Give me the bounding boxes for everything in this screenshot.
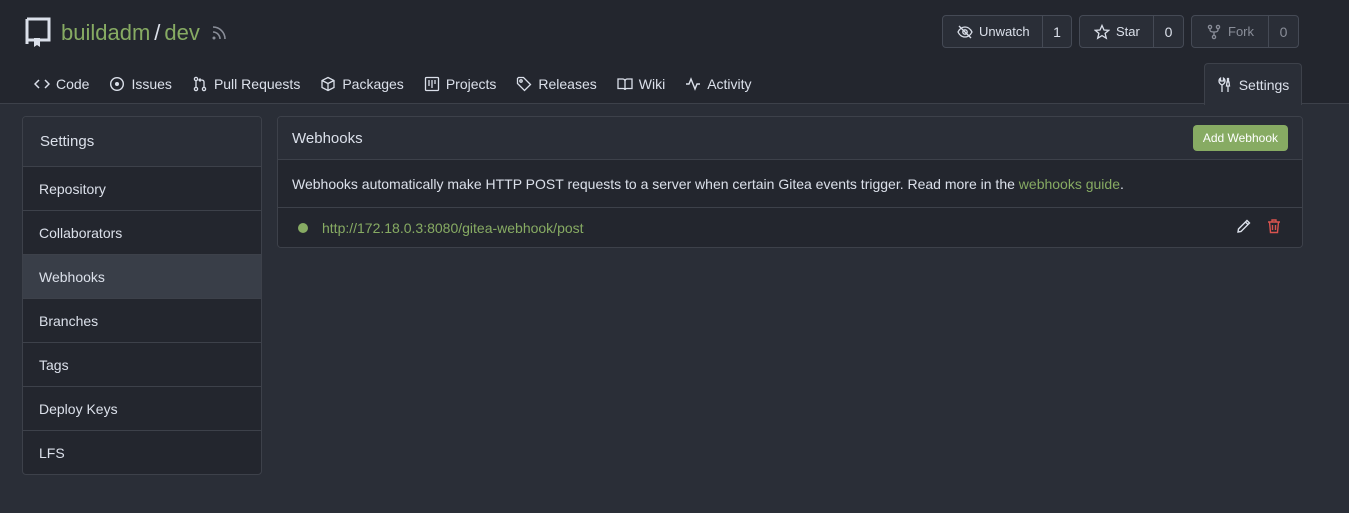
tab-label: Pull Requests [213,76,301,92]
sidebar-item-deploy-keys[interactable]: Deploy Keys [23,387,261,431]
watch-button[interactable]: Unwatch 1 [942,15,1072,48]
sidebar-item-tags[interactable]: Tags [23,343,261,387]
watch-count[interactable]: 1 [1043,16,1071,47]
watch-button-main[interactable]: Unwatch [943,16,1043,47]
pencil-icon[interactable] [1236,218,1252,234]
project-icon [424,76,439,92]
sidebar-title: Settings [23,117,261,167]
tab-label: Projects [445,76,497,92]
issue-icon [110,76,125,92]
tab-settings[interactable]: Settings [1204,63,1302,105]
fork-icon [1207,24,1221,39]
tab-code[interactable]: Code [24,64,99,104]
fork-button[interactable]: Fork 0 [1191,15,1299,48]
webhooks-panel: Webhooks Add Webhook Webhooks automatica… [277,116,1303,248]
fork-label: Fork [1228,24,1254,39]
webhooks-guide-link[interactable]: webhooks guide [1019,176,1120,192]
tab-label: Activity [707,76,752,92]
tab-projects[interactable]: Projects [414,64,507,104]
add-webhook-button[interactable]: Add Webhook [1192,125,1288,151]
star-label: Star [1116,24,1140,39]
tools-icon [1218,76,1230,92]
tab-settings-label: Settings [1238,76,1290,93]
repo-separator: / [154,20,161,45]
pull-request-icon [193,76,207,92]
rss-icon[interactable] [210,24,228,42]
star-button[interactable]: Star 0 [1079,15,1184,48]
eye-closed-icon [957,25,973,38]
tag-icon [517,76,532,92]
webhook-row: http://172.18.0.3:8080/gitea-webhook/pos… [278,208,1302,247]
webhook-status-dot [298,222,308,233]
tab-releases[interactable]: Releases [506,64,606,104]
tab-label: Code [56,76,90,92]
webhook-row-actions [1236,218,1282,234]
repo-header: buildadm / dev Unwatch 1 Star 0 Fork 0 C… [0,0,1349,105]
repo-title: buildadm / dev [61,19,200,47]
package-icon [321,76,335,92]
webhooks-header: Webhooks Add Webhook [278,117,1302,160]
description-end: . [1119,175,1124,192]
tab-wiki[interactable]: Wiki [607,64,675,104]
tab-label: Releases [538,76,597,92]
description-text: Webhooks automatically make HTTP POST re… [292,175,1019,192]
tab-activity[interactable]: Activity [675,64,761,104]
fork-count[interactable]: 0 [1269,16,1298,47]
pulse-icon [686,77,701,91]
sidebar-item-branches[interactable]: Branches [23,299,261,343]
sidebar-item-repository[interactable]: Repository [23,167,261,211]
repo-name-link[interactable]: dev [164,20,199,45]
webhook-url-link[interactable]: http://172.18.0.3:8080/gitea-webhook/pos… [322,220,584,236]
repo-owner-link[interactable]: buildadm [61,20,150,45]
tab-issues[interactable]: Issues [99,64,181,104]
settings-sidebar: Settings Repository Collaborators Webhoo… [22,116,262,475]
webhooks-title: Webhooks [292,129,363,147]
repo-icon [25,17,51,47]
sidebar-item-webhooks[interactable]: Webhooks [23,255,261,299]
webhooks-description: Webhooks automatically make HTTP POST re… [278,160,1302,208]
star-count[interactable]: 0 [1154,16,1183,47]
code-icon [34,79,50,89]
repo-tabs: Code Issues Pull Requests Packages Proje… [24,64,762,104]
fork-button-main[interactable]: Fork [1192,16,1269,47]
tab-label: Wiki [638,76,666,92]
tab-label: Packages [342,76,404,92]
tab-pull-requests[interactable]: Pull Requests [182,64,310,104]
star-button-main[interactable]: Star [1080,16,1154,47]
tab-packages[interactable]: Packages [310,64,413,104]
sidebar-item-collaborators[interactable]: Collaborators [23,211,261,255]
watch-label: Unwatch [979,24,1030,39]
book-icon [617,78,633,91]
sidebar-item-lfs[interactable]: LFS [23,431,261,474]
trash-icon[interactable] [1266,218,1282,234]
tab-label: Issues [131,76,172,92]
star-icon [1094,23,1110,40]
